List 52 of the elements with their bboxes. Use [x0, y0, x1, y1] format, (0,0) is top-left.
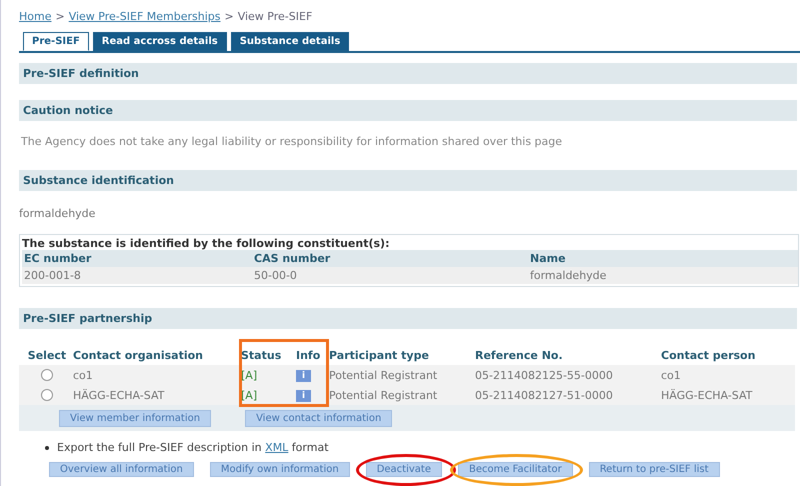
column-header: Info: [296, 348, 322, 362]
table-cell-text: Potential Registrant: [329, 388, 438, 402]
section-header: Pre-SIEF definition: [19, 63, 797, 84]
radio-button[interactable]: [41, 389, 53, 401]
column-header: EC number: [24, 252, 92, 265]
action-button[interactable]: View contact information: [245, 410, 392, 427]
column-header: CAS number: [254, 252, 332, 265]
column-header: Contact person: [661, 348, 756, 362]
action-button[interactable]: Modify own information: [210, 462, 350, 477]
breadcrumb-link[interactable]: Home: [19, 10, 52, 22]
tab[interactable]: Pre-SIEF: [23, 32, 89, 51]
breadcrumb-link[interactable]: View Pre-SIEF Memberships: [68, 10, 220, 22]
action-button[interactable]: Overview all information: [49, 462, 194, 477]
action-button[interactable]: Return to pre-SIEF list: [588, 462, 720, 477]
tab[interactable]: Read accross details: [92, 32, 227, 51]
caution-text: The Agency does not take any legal liability or responsibility for information shared over this page: [21, 135, 564, 148]
column-header: Status: [241, 348, 282, 362]
export-text: Export the full Pre-SIEF description in XML format: [57, 441, 329, 454]
column-header: Name: [530, 252, 567, 265]
breadcrumb-text: >: [224, 10, 234, 22]
radio-button[interactable]: [41, 369, 53, 381]
table-cell-text: Potential Registrant: [329, 368, 438, 382]
column-header: Reference No.: [475, 348, 564, 362]
table-cell-text: co1: [73, 368, 94, 382]
table-cell-text: formaldehyde: [530, 269, 608, 282]
xml-link[interactable]: XML: [265, 441, 288, 454]
action-button[interactable]: Become Facilitator: [458, 462, 573, 477]
constituents-title: The substance is identified by the following constituent(s):: [22, 237, 390, 250]
table-cell-text: HÄGG-ECHA-SAT: [73, 388, 166, 402]
table-cell-text: 200-001-8: [24, 269, 82, 282]
breadcrumb-text: View Pre-SIEF: [238, 10, 312, 22]
column-header: Participant type: [329, 348, 430, 362]
status-text: [A]: [241, 368, 258, 382]
column-header: Select: [26, 348, 68, 362]
column-header: Contact organisation: [73, 348, 204, 362]
section-header: Pre-SIEF partnership: [19, 308, 797, 329]
action-button[interactable]: Deactivate: [366, 462, 442, 477]
table-cell-text: 05-2114082125-55-0000: [475, 368, 614, 382]
section-header: Caution notice: [19, 100, 797, 121]
table-cell-text: HÄGG-ECHA-SAT: [661, 388, 754, 402]
bullet-icon: [45, 446, 49, 450]
table-cell-text: co1: [661, 368, 682, 382]
breadcrumb-text: >: [55, 10, 65, 22]
substance-name: formaldehyde: [19, 207, 96, 220]
info-button[interactable]: i: [296, 390, 312, 402]
status-text: [A]: [241, 388, 258, 402]
section-header: Substance identification: [19, 170, 797, 191]
action-button[interactable]: View member information: [59, 410, 212, 427]
table-cell-text: 05-2114082127-51-0000: [475, 388, 614, 402]
tab[interactable]: Substance details: [230, 32, 350, 51]
info-button[interactable]: i: [296, 370, 312, 382]
table-cell-text: 50-00-0: [254, 269, 298, 282]
